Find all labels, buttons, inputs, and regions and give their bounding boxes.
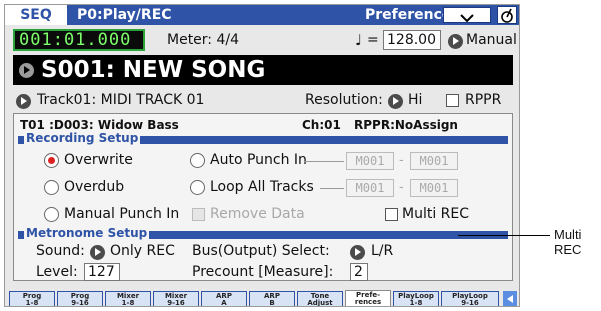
tempo-field[interactable]: 128.00 — [383, 30, 441, 50]
callout-leader-line — [458, 235, 550, 236]
bus-value[interactable]: L/R — [371, 243, 393, 259]
loop-all-radio[interactable] — [190, 180, 205, 195]
remove-data-label[interactable]: Remove Data — [210, 206, 305, 222]
song-name: S001: NEW SONG — [41, 57, 266, 83]
song-select[interactable]: S001: NEW SONG — [13, 55, 513, 85]
level-label: Level: — [36, 264, 78, 280]
song-location-display[interactable]: 001:01.000 — [13, 29, 145, 51]
overwrite-label[interactable]: Overwrite — [64, 152, 133, 168]
tab-sub: 9-16 — [71, 299, 89, 307]
channel-info: Ch:01 — [302, 118, 341, 132]
tab-arp-b[interactable]: ARP B — [249, 291, 295, 307]
multi-rec-checkbox[interactable] — [385, 208, 398, 221]
track-popup-icon[interactable] — [16, 94, 31, 109]
page-menu-button[interactable] — [443, 7, 491, 23]
auto-punch-start[interactable]: M001 — [346, 152, 394, 170]
metronome-setup-title: Metronome Setup — [24, 226, 150, 240]
tab-mixer-9-16[interactable]: Mixer 9-16 — [153, 291, 199, 307]
tab-sub: 1-8 — [25, 299, 39, 307]
auto-punch-label[interactable]: Auto Punch In — [210, 152, 307, 168]
loop-leader — [320, 188, 344, 189]
level-field[interactable]: 127 — [84, 263, 120, 281]
overwrite-radio[interactable] — [44, 153, 59, 168]
quarter-note-icon: ♩ — [355, 31, 363, 49]
auto-punch-end[interactable]: M001 — [410, 152, 458, 170]
resolution-label: Resolution: — [305, 92, 383, 108]
callout-label: Multi REC — [554, 227, 582, 257]
tempo-mode-popup-icon[interactable] — [448, 34, 463, 49]
tab-playloop-9-16[interactable]: PlayLoop 9-16 — [441, 291, 499, 307]
metronome-icon — [501, 8, 513, 23]
page-title: P0:Play/REC — [77, 7, 172, 23]
tab-preferences[interactable]: Prefe-rences — [345, 290, 391, 306]
lcd-screen: SEQ P0:Play/REC Preferences 001:01.000 M… — [4, 4, 520, 307]
auto-punch-radio[interactable] — [190, 153, 205, 168]
tab-sub: 1-8 — [409, 299, 423, 307]
metronome-button[interactable] — [497, 6, 517, 24]
resolution-value[interactable]: Hi — [408, 92, 422, 108]
tab-sub: Adjust — [307, 299, 333, 307]
overdub-radio[interactable] — [44, 180, 59, 195]
meter-value[interactable]: Meter: 4/4 — [167, 32, 239, 48]
loop-all-label[interactable]: Loop All Tracks — [210, 179, 314, 195]
tab-prog-1-8[interactable]: Prog 1-8 — [9, 291, 55, 307]
precount-field[interactable]: 2 — [350, 263, 368, 281]
song-popup-icon[interactable] — [19, 63, 34, 78]
metronome-setup-header: Metronome Setup — [18, 226, 508, 240]
sound-popup-icon[interactable] — [90, 245, 105, 260]
tab-sub: 1-8 — [121, 299, 135, 307]
remove-data-checkbox[interactable] — [192, 208, 205, 221]
tab-sub: rences — [354, 298, 382, 306]
auto-punch-sep: - — [399, 153, 404, 168]
tab-playloop-1-8[interactable]: PlayLoop 1-8 — [393, 291, 439, 307]
multi-rec-label[interactable]: Multi REC — [402, 206, 469, 222]
rppr-label: RPPR — [465, 92, 502, 108]
tab-sub: A — [221, 299, 227, 307]
tab-mixer-1-8[interactable]: Mixer 1-8 — [105, 291, 151, 307]
title-bar: SEQ P0:Play/REC Preferences — [5, 5, 519, 25]
loop-start[interactable]: M001 — [346, 179, 394, 197]
sound-value[interactable]: Only REC — [110, 243, 175, 259]
rppr-checkbox[interactable] — [446, 94, 459, 107]
tab-sub: 9-16 — [167, 299, 185, 307]
recording-setup-header: Recording Setup — [18, 131, 508, 145]
chevron-down-icon — [460, 14, 474, 23]
page-tabs: Prog 1-8 Prog 9-16 Mixer 1-8 Mixer 9-16 ARP A… — [7, 290, 519, 307]
tab-arp-a[interactable]: ARP A — [201, 291, 247, 307]
tab-sub: 9-16 — [461, 299, 479, 307]
precount-label: Precount [Measure]: — [192, 264, 334, 280]
loop-sep: - — [399, 180, 404, 195]
tempo-equals: = — [367, 32, 379, 48]
auto-punch-leader — [304, 161, 344, 162]
manual-punch-radio[interactable] — [44, 207, 59, 222]
tempo-mode-value[interactable]: Manual — [466, 32, 517, 48]
bus-label: Bus(Output) Select: — [192, 243, 330, 259]
resolution-popup-icon[interactable] — [388, 94, 403, 109]
overdub-label[interactable]: Overdub — [64, 179, 124, 195]
bus-popup-icon[interactable] — [350, 245, 365, 260]
recording-setup-title: Recording Setup — [24, 131, 141, 145]
tab-sub: B — [269, 299, 275, 307]
tab-tone-adjust[interactable]: Tone Adjust — [297, 291, 343, 307]
track-info: T01 :D003: Widow Bass — [20, 118, 179, 132]
rppr-info: RPPR:NoAssign — [354, 118, 458, 132]
tab-scroll-left-icon[interactable] — [503, 291, 517, 306]
tab-prog-9-16[interactable]: Prog 9-16 — [57, 291, 103, 307]
manual-punch-label[interactable]: Manual Punch In — [64, 206, 179, 222]
track-select[interactable]: Track01: MIDI TRACK 01 — [37, 92, 204, 108]
settings-panel: T01 :D003: Widow Bass Ch:01 RPPR:NoAssig… — [13, 113, 513, 281]
sound-label: Sound: — [36, 243, 85, 259]
mode-label: SEQ — [5, 5, 67, 25]
loop-end[interactable]: M001 — [410, 179, 458, 197]
